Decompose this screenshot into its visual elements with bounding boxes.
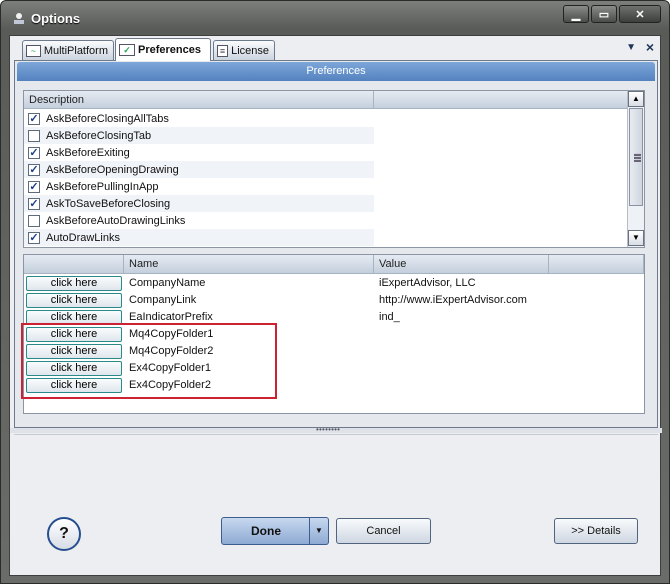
preference-label: AskBeforeClosingAllTabs bbox=[46, 112, 169, 125]
preference-label: AutoDrawLinks bbox=[46, 231, 120, 244]
setting-row: click here Ex4CopyFolder1 bbox=[24, 360, 644, 377]
blank-column-header bbox=[549, 255, 644, 274]
tab-dropdown-icon[interactable]: ▼ bbox=[626, 42, 636, 53]
tab-close-icon[interactable]: × bbox=[646, 39, 654, 55]
vertical-scrollbar[interactable]: ▲ ▬ ▬ ▬ ▼ bbox=[627, 91, 644, 247]
checkbox-icon: ✓ bbox=[119, 44, 135, 56]
description-column-header[interactable]: Description bbox=[24, 91, 374, 109]
splitter[interactable]: • • • • • • • • bbox=[10, 425, 662, 434]
value-column-header[interactable]: Value bbox=[374, 255, 549, 274]
click-here-button[interactable]: click here bbox=[26, 327, 122, 342]
preference-checkbox[interactable]: ✓ bbox=[28, 180, 40, 193]
tab-multiplatform[interactable]: ~ MultiPlatform bbox=[22, 40, 114, 60]
close-button[interactable]: ✕ bbox=[619, 5, 661, 23]
preference-label: AskBeforePullingInApp bbox=[46, 180, 159, 193]
pane-header: Preferences bbox=[17, 62, 655, 81]
preference-row[interactable]: ✓ AskBeforeExiting bbox=[24, 144, 374, 161]
click-here-button[interactable]: click here bbox=[26, 378, 122, 393]
click-here-button[interactable]: click here bbox=[26, 344, 122, 359]
setting-value[interactable]: iExpertAdvisor, LLC bbox=[379, 275, 476, 292]
setting-name: Ex4CopyFolder1 bbox=[129, 362, 211, 374]
setting-row: click here Mq4CopyFolder2 bbox=[24, 343, 644, 360]
tab-label: License bbox=[231, 44, 269, 57]
tab-strip: ~ MultiPlatform ✓ Preferences ≡ License … bbox=[14, 38, 658, 61]
tab-label: Preferences bbox=[138, 44, 201, 56]
title-bar[interactable]: Options ▁ ▭ ✕ bbox=[1, 1, 669, 35]
preference-label: AskBeforeExiting bbox=[46, 146, 130, 159]
preference-label: AskBeforeOpeningDrawing bbox=[46, 163, 179, 176]
setting-row: click here Mq4CopyFolder1 bbox=[24, 326, 644, 343]
preference-row[interactable]: ✓ AskBeforeOpeningDrawing bbox=[24, 161, 374, 178]
tab-preferences[interactable]: ✓ Preferences bbox=[115, 38, 211, 61]
preference-checkbox[interactable]: ✓ bbox=[28, 146, 40, 159]
click-here-button[interactable]: click here bbox=[26, 293, 122, 308]
license-icon: ≡ bbox=[217, 44, 229, 57]
blank-column-header bbox=[374, 91, 629, 109]
preference-row[interactable]: AskBeforeClosingTab bbox=[24, 127, 374, 144]
maximize-button[interactable]: ▭ bbox=[591, 5, 617, 23]
scroll-thumb[interactable]: ▬ ▬ ▬ bbox=[629, 108, 643, 206]
done-button-label[interactable]: Done bbox=[222, 518, 310, 544]
done-button[interactable]: Done ▼ bbox=[221, 517, 329, 545]
help-button[interactable]: ? bbox=[47, 517, 81, 551]
setting-row: click here Ex4CopyFolder2 bbox=[24, 377, 644, 394]
settings-grid: Name Value click here CompanyName iExpertA… bbox=[23, 254, 645, 414]
preferences-pane: Preferences Description ✓ AskBeforeClosin… bbox=[14, 60, 658, 428]
setting-name: EaIndicatorPrefix bbox=[129, 311, 213, 323]
setting-row: click here EaIndicatorPrefix ind_ bbox=[24, 309, 644, 326]
click-here-button[interactable]: click here bbox=[26, 276, 122, 291]
list-header: Description bbox=[24, 91, 644, 109]
options-window: Options ▁ ▭ ✕ ~ MultiPlatform ✓ Preferen… bbox=[0, 0, 670, 584]
setting-name: Mq4CopyFolder2 bbox=[129, 345, 214, 357]
minimize-button[interactable]: ▁ bbox=[563, 5, 589, 23]
setting-name: CompanyName bbox=[129, 277, 206, 289]
preference-row[interactable]: ✓ AskBeforePullingInApp bbox=[24, 178, 374, 195]
setting-value[interactable]: http://www.iExpertAdvisor.com bbox=[379, 292, 527, 309]
preference-label: AskBeforeAutoDrawingLinks bbox=[46, 214, 186, 227]
preference-checkbox[interactable] bbox=[28, 129, 40, 142]
preference-checkbox[interactable]: ✓ bbox=[28, 231, 40, 244]
preference-checkbox[interactable] bbox=[28, 214, 40, 227]
click-here-button[interactable]: click here bbox=[26, 361, 122, 376]
cancel-button[interactable]: Cancel bbox=[336, 518, 431, 544]
button-column-header bbox=[24, 255, 124, 274]
preference-label: AskToSaveBeforeClosing bbox=[46, 197, 171, 210]
name-column-header[interactable]: Name bbox=[124, 255, 374, 274]
scroll-up-icon[interactable]: ▲ bbox=[628, 91, 644, 107]
tab-label: MultiPlatform bbox=[43, 44, 108, 57]
preference-label: AskBeforeClosingTab bbox=[46, 129, 152, 142]
multiplatform-icon: ~ bbox=[26, 44, 41, 57]
setting-name: Mq4CopyFolder1 bbox=[129, 328, 214, 340]
app-icon bbox=[14, 13, 24, 24]
details-button[interactable]: >> Details bbox=[554, 518, 638, 544]
setting-name: Ex4CopyFolder2 bbox=[129, 379, 211, 391]
preference-checkbox[interactable]: ✓ bbox=[28, 197, 40, 210]
setting-row: click here CompanyName iExpertAdvisor, LLC bbox=[24, 275, 644, 292]
setting-value[interactable]: ind_ bbox=[379, 309, 400, 326]
window-controls: ▁ ▭ ✕ bbox=[563, 5, 661, 23]
setting-row: click here CompanyLink http://www.iExpertA… bbox=[24, 292, 644, 309]
grid-header: Name Value bbox=[24, 255, 644, 274]
splitter-grip-icon: • • • • • • • • bbox=[316, 425, 340, 434]
preference-row[interactable]: ✓ AutoDrawLinks bbox=[24, 229, 374, 246]
click-here-button[interactable]: click here bbox=[26, 310, 122, 325]
tab-license[interactable]: ≡ License bbox=[213, 40, 275, 60]
done-dropdown-icon[interactable]: ▼ bbox=[309, 518, 328, 544]
bottom-panel: ? Done ▼ Cancel >> Details bbox=[14, 434, 658, 573]
setting-name: CompanyLink bbox=[129, 294, 197, 306]
preference-row[interactable]: ✓ AskBeforeClosingAllTabs bbox=[24, 110, 374, 127]
grip-icon: ▬ ▬ ▬ bbox=[634, 151, 641, 164]
window-title: Options bbox=[31, 11, 81, 26]
scroll-down-icon[interactable]: ▼ bbox=[628, 230, 644, 246]
preference-row[interactable]: AskBeforeAutoDrawingLinks bbox=[24, 212, 374, 229]
preference-checkbox[interactable]: ✓ bbox=[28, 163, 40, 176]
preferences-checkbox-list: Description ✓ AskBeforeClosingAllTabs AskB… bbox=[23, 90, 645, 248]
preference-checkbox[interactable]: ✓ bbox=[28, 112, 40, 125]
options-client-area: ~ MultiPlatform ✓ Preferences ≡ License … bbox=[9, 35, 662, 576]
preference-row[interactable]: ✓ AskToSaveBeforeClosing bbox=[24, 195, 374, 212]
